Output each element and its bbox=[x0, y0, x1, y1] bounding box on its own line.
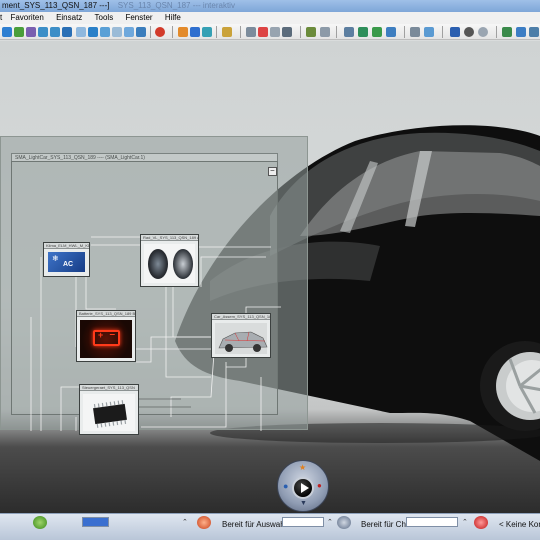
select-tool-icon[interactable] bbox=[2, 27, 12, 37]
toolbar-separator bbox=[404, 26, 405, 38]
battery-icon: + – bbox=[93, 329, 120, 346]
rim-icon bbox=[173, 249, 193, 279]
vehicle-block-caption: Car_Assem_SYS_113_QSN_189 VAR bbox=[212, 314, 270, 320]
car-wireframe-icon bbox=[218, 331, 268, 352]
rotate-tool-icon[interactable] bbox=[26, 27, 36, 37]
ac-badge: AC bbox=[63, 261, 74, 268]
toolbar-separator bbox=[240, 26, 241, 38]
chat-status-icon bbox=[337, 516, 351, 529]
status-auswahl: Bereit für Auswahl bbox=[222, 520, 287, 529]
play-button[interactable] bbox=[292, 477, 314, 499]
climate-block-caption: Klima_ELM_HWL_M_KD_Teil bbox=[44, 243, 89, 249]
measure-tool-icon[interactable] bbox=[222, 27, 232, 37]
chat-field[interactable] bbox=[406, 517, 458, 527]
copy-icon[interactable] bbox=[358, 27, 368, 37]
grid-icon[interactable] bbox=[410, 27, 420, 37]
progress-field bbox=[82, 517, 109, 527]
menu-start[interactable]: t bbox=[0, 12, 2, 24]
view-front-icon[interactable] bbox=[76, 27, 86, 37]
wheel-image bbox=[144, 244, 195, 283]
toolbar-separator bbox=[336, 26, 337, 38]
clip-icon[interactable] bbox=[258, 27, 268, 37]
chevron-up-icon[interactable]: ⌃ bbox=[327, 518, 333, 526]
status-chat: Bereit für Chat bbox=[361, 520, 413, 529]
zoom-out-icon[interactable] bbox=[50, 27, 60, 37]
window-title: ment_SYS_113_QSN_187 ---] bbox=[2, 1, 110, 10]
render-icon[interactable] bbox=[124, 27, 134, 37]
snowflake-tool-icon[interactable] bbox=[202, 27, 212, 37]
toolbar-separator bbox=[300, 26, 301, 38]
snowflake-icon: ❄ bbox=[52, 254, 59, 263]
toolbar-separator bbox=[172, 26, 173, 38]
link-icon[interactable] bbox=[306, 27, 316, 37]
function-icon[interactable] bbox=[464, 27, 474, 37]
menu-bar: t Favoriten Einsatz Tools Fenster Hilfe bbox=[0, 12, 540, 24]
battery-block-caption: Batterie_SYS_113_QSN_189 B bbox=[77, 311, 135, 317]
menu-einsatz[interactable]: Einsatz bbox=[56, 12, 82, 24]
fit-all-icon[interactable] bbox=[62, 27, 72, 37]
export-icon[interactable] bbox=[502, 27, 512, 37]
start-orb-icon[interactable] bbox=[33, 516, 47, 529]
pan-tool-icon[interactable] bbox=[14, 27, 24, 37]
battery-image: + – bbox=[80, 320, 132, 358]
config-status-icon bbox=[474, 516, 488, 529]
layers-icon[interactable] bbox=[424, 27, 434, 37]
3d-viewport[interactable]: SMA_LightCar_SYS_113_QSN_189 ---- (SMA_L… bbox=[0, 41, 540, 513]
microchip-icon bbox=[93, 400, 127, 428]
chevron-up-icon[interactable]: ⌃ bbox=[462, 518, 468, 526]
search-icon[interactable] bbox=[344, 27, 354, 37]
filter-icon[interactable] bbox=[320, 27, 330, 37]
menu-fenster[interactable]: Fenster bbox=[125, 12, 152, 24]
chip-block-caption: Steuergeraet_SYS_113_QSN bbox=[80, 385, 138, 391]
toolbar-separator bbox=[150, 26, 151, 38]
vehicle-block[interactable]: Car_Assem_SYS_113_QSN_189 VAR bbox=[211, 313, 271, 358]
sphere-icon[interactable] bbox=[478, 27, 488, 37]
battery-block[interactable]: Batterie_SYS_113_QSN_189 B + – bbox=[76, 310, 136, 362]
taskbar: ⌃ Bereit für Auswahl ⌃ Bereit für Chat ⌃… bbox=[0, 513, 540, 540]
window-title-faint: SYS_113_QSN_187 --- interaktiv bbox=[117, 1, 235, 10]
zoom-in-icon[interactable] bbox=[38, 27, 48, 37]
climate-block[interactable]: Klima_ELM_HWL_M_KD_Teil ❄ AC bbox=[43, 242, 90, 277]
menu-tools[interactable]: Tools bbox=[95, 12, 114, 24]
sync-icon[interactable] bbox=[450, 27, 460, 37]
menu-hilfe[interactable]: Hilfe bbox=[165, 12, 181, 24]
menu-favoriten[interactable]: Favoriten bbox=[10, 12, 43, 24]
window-title-bar: ment_SYS_113_QSN_187 ---] SYS_113_QSN_18… bbox=[0, 0, 540, 12]
nav-user-icon[interactable]: ● bbox=[283, 481, 288, 491]
tire-icon bbox=[148, 249, 168, 279]
status-konfiguration: < Keine Konfi bbox=[499, 520, 540, 529]
settings-icon[interactable] bbox=[516, 27, 526, 37]
toolbar bbox=[0, 24, 540, 40]
wheel-block-caption: Rad_VL_SYS_113_QSN_189 A bbox=[141, 235, 198, 241]
help-icon[interactable] bbox=[529, 27, 539, 37]
record-icon[interactable] bbox=[155, 27, 165, 37]
view-side-icon[interactable] bbox=[112, 27, 122, 37]
shading-icon[interactable] bbox=[136, 27, 146, 37]
toolbar-separator bbox=[216, 26, 217, 38]
chip-block[interactable]: Steuergeraet_SYS_113_QSN bbox=[79, 384, 139, 435]
hide-icon[interactable] bbox=[282, 27, 292, 37]
ac-icon: ❄ AC bbox=[48, 252, 85, 272]
check-icon[interactable] bbox=[372, 27, 382, 37]
nav-star-icon[interactable]: ★ bbox=[299, 463, 306, 472]
wheel-block[interactable]: Rad_VL_SYS_113_QSN_189 A bbox=[140, 234, 199, 287]
assembly-tool-icon[interactable] bbox=[190, 27, 200, 37]
section-icon[interactable] bbox=[246, 27, 256, 37]
schematic-panel[interactable]: SMA_LightCar_SYS_113_QSN_189 ---- (SMA_L… bbox=[0, 136, 308, 435]
view-iso-icon[interactable] bbox=[88, 27, 98, 37]
vehicle-image bbox=[215, 323, 268, 354]
chip-image bbox=[83, 394, 135, 431]
nav-record-icon[interactable]: ● bbox=[317, 481, 322, 490]
explode-icon[interactable] bbox=[270, 27, 280, 37]
toolbar-separator bbox=[496, 26, 497, 38]
table-icon[interactable] bbox=[386, 27, 396, 37]
toolbar-separator bbox=[442, 26, 443, 38]
auswahl-field[interactable] bbox=[282, 517, 324, 527]
chevron-up-icon[interactable]: ⌃ bbox=[182, 518, 188, 526]
view-top-icon[interactable] bbox=[100, 27, 110, 37]
part-tool-icon[interactable] bbox=[178, 27, 188, 37]
auswahl-status-icon bbox=[197, 516, 211, 529]
nav-down-icon[interactable]: ▼ bbox=[300, 500, 307, 507]
